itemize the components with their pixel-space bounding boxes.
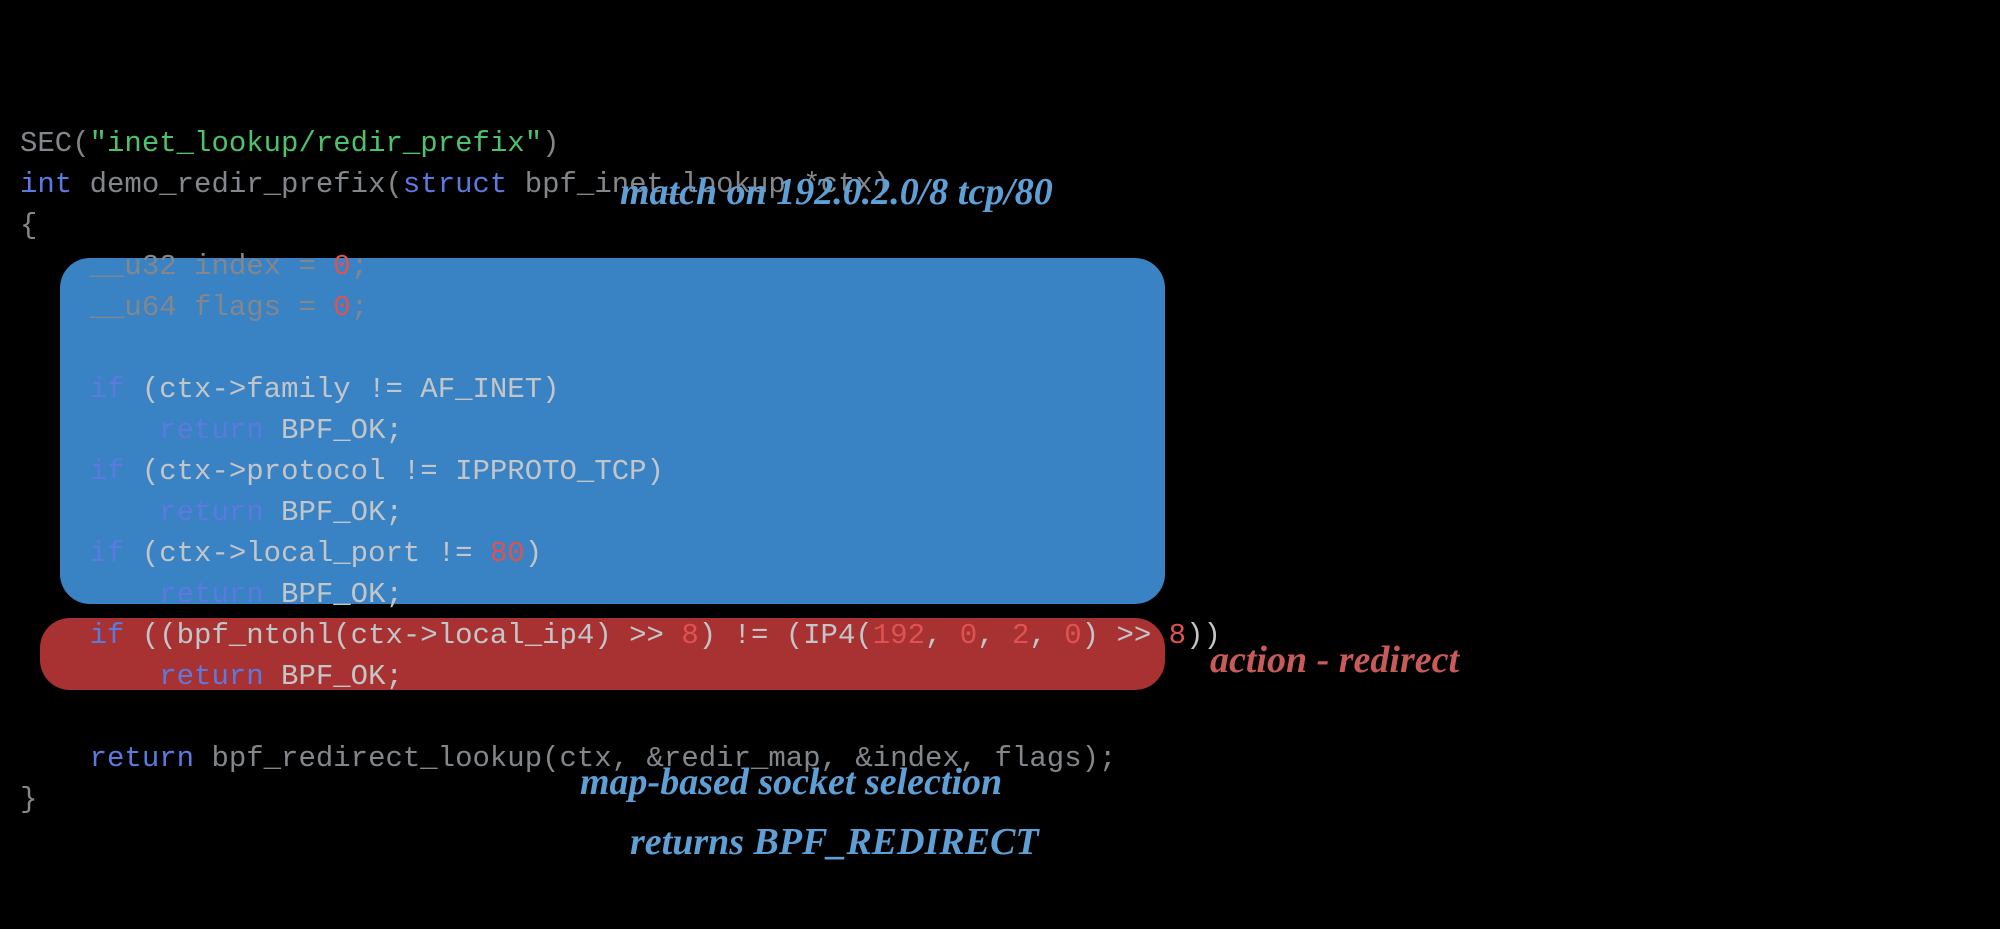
annotation-map-1: map-based socket selection — [580, 760, 1002, 804]
code-line-12: return BPF_OK; — [20, 578, 403, 611]
code-line-11: if (ctx->local_port != 80) — [20, 537, 542, 570]
code-line-9: if (ctx->protocol != IPPROTO_TCP) — [20, 455, 664, 488]
code-figure: SEC("inet_lookup/redir_prefix") int demo… — [0, 0, 2000, 929]
annotation-action: action - redirect — [1210, 638, 1459, 682]
code-line-6 — [20, 332, 37, 365]
code-line-14: return BPF_OK; — [20, 660, 403, 693]
code-line-5: __u64 flags = 0; — [20, 291, 368, 324]
code-line-4: __u32 index = 0; — [20, 250, 368, 283]
code-line-7: if (ctx->family != AF_INET) — [20, 373, 560, 406]
annotation-match: match on 192.0.2.0/8 tcp/80 — [620, 170, 1053, 214]
code-line-3: { — [20, 209, 37, 242]
code-line-1: SEC("inet_lookup/redir_prefix") — [20, 127, 560, 160]
code-line-17: } — [20, 783, 37, 816]
code-line-15 — [20, 701, 37, 734]
annotation-map-2: returns BPF_REDIRECT — [630, 820, 1039, 864]
code-line-13: if ((bpf_ntohl(ctx->local_ip4) >> 8) != … — [20, 619, 1221, 652]
code-line-8: return BPF_OK; — [20, 414, 403, 447]
code-line-10: return BPF_OK; — [20, 496, 403, 529]
